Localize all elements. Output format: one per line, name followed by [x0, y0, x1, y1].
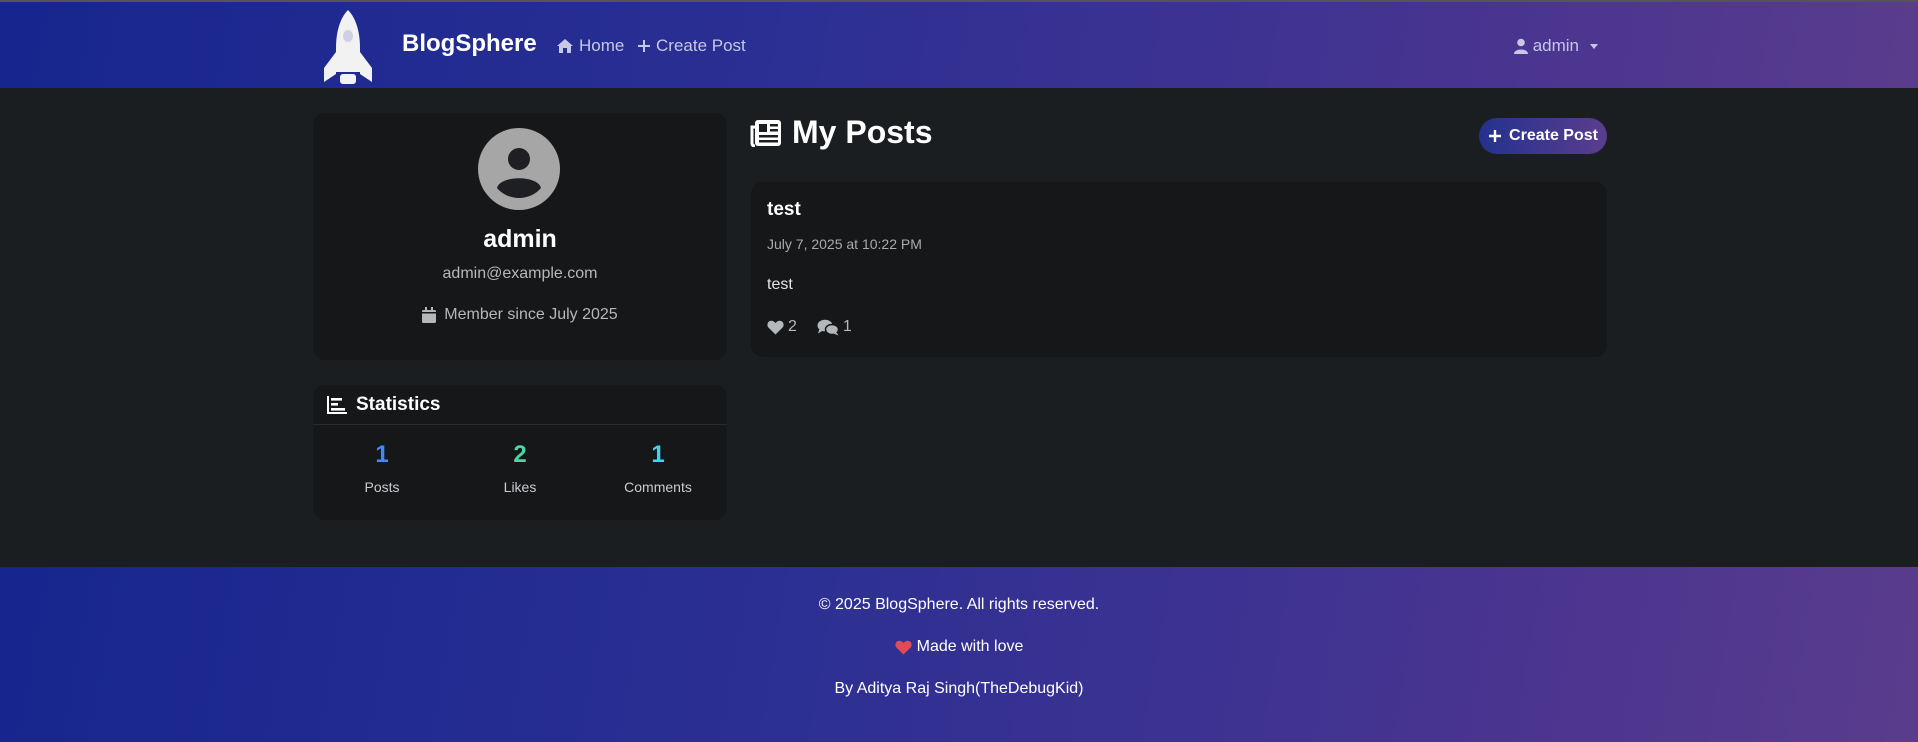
rocket-logo-icon[interactable]	[318, 6, 378, 86]
user-avatar-icon	[497, 148, 541, 198]
statistics-header: Statistics	[313, 385, 727, 425]
nav-create-post-link[interactable]: Create Post	[637, 36, 746, 56]
post-date: July 7, 2025 at 10:22 PM	[767, 236, 922, 252]
profile-name: admin	[483, 225, 557, 253]
post-actions: 2 1	[767, 318, 852, 336]
comments-icon	[817, 319, 839, 335]
plus-icon	[638, 40, 650, 52]
nav-home-link[interactable]: Home	[556, 36, 624, 56]
profile-card: admin admin@example.com Member since Jul…	[313, 113, 727, 360]
post-card[interactable]: test July 7, 2025 at 10:22 PM test 2 1	[751, 182, 1607, 357]
user-dropdown[interactable]: admin	[1513, 36, 1598, 56]
post-body: test	[767, 276, 793, 293]
statistics-title: Statistics	[356, 393, 441, 415]
home-icon	[557, 39, 573, 53]
nav-create-label: Create Post	[656, 36, 746, 55]
create-post-label: Create Post	[1509, 127, 1598, 144]
member-since-text: Member since July 2025	[444, 306, 618, 323]
heart-icon	[895, 640, 912, 654]
like-count-value: 2	[788, 318, 797, 335]
footer: © 2025 BlogSphere. All rights reserved. …	[0, 567, 1918, 742]
footer-made-with-text: Made with love	[916, 638, 1024, 655]
profile-email: admin@example.com	[442, 265, 598, 282]
user-icon	[1513, 38, 1528, 54]
navbar-inner: BlogSphere Home Create Post admin	[318, 2, 1604, 90]
caret-down-icon	[1590, 43, 1598, 49]
stat-posts: 1 Posts	[313, 441, 451, 495]
my-posts-title: My Posts	[792, 114, 933, 150]
my-posts-heading: My Posts	[750, 114, 932, 151]
post-title[interactable]: test	[767, 199, 801, 221]
footer-author: By Aditya Raj Singh(TheDebugKid)	[834, 680, 1084, 697]
member-since: Member since July 2025	[313, 306, 727, 324]
newspaper-icon	[750, 119, 781, 147]
brand-name[interactable]: BlogSphere	[402, 30, 537, 58]
stat-likes: 2 Likes	[451, 441, 589, 495]
statistics-card: Statistics 1 Posts 2 Likes 1 Comments	[313, 385, 727, 520]
stat-posts-value: 1	[375, 441, 389, 468]
create-post-button[interactable]: Create Post	[1479, 118, 1607, 154]
stat-comments-value: 1	[651, 441, 665, 468]
navbar: BlogSphere Home Create Post admin	[0, 0, 1918, 88]
user-dropdown-label: admin	[1532, 36, 1579, 55]
stat-posts-label: Posts	[364, 479, 400, 495]
footer-made-with: Made with love	[0, 638, 1918, 656]
stat-comments-label: Comments	[624, 479, 692, 495]
stat-likes-label: Likes	[503, 479, 537, 495]
like-count[interactable]: 2	[767, 318, 797, 336]
comment-count-value: 1	[842, 318, 852, 335]
comment-count[interactable]: 1	[817, 318, 852, 336]
plus-icon	[1489, 130, 1502, 142]
chart-bar-icon	[327, 395, 347, 414]
heart-icon	[767, 320, 784, 334]
footer-copyright: © 2025 BlogSphere. All rights reserved.	[818, 596, 1100, 613]
stat-comments: 1 Comments	[589, 441, 727, 495]
nav-home-label: Home	[579, 36, 625, 55]
calendar-icon	[422, 307, 437, 323]
avatar	[478, 128, 560, 210]
stat-likes-value: 2	[513, 441, 527, 468]
